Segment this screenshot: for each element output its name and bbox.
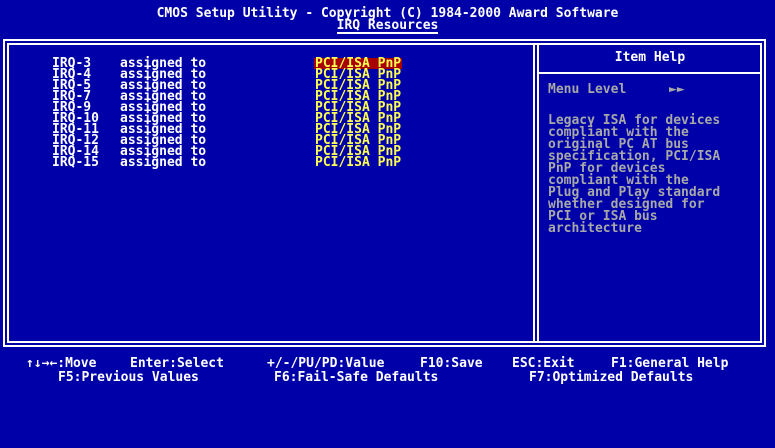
previous-values-key-hint: F5:Previous Values: [58, 370, 199, 385]
optimized-defaults-key-hint: F7:Optimized Defaults: [529, 370, 694, 385]
help-separator: [539, 72, 761, 74]
general-help-key-hint: F1:General Help: [611, 356, 729, 371]
help-line: architecture: [548, 221, 642, 236]
value-key-hint: +/-/PU/PD:Value: [267, 356, 385, 371]
menu-level-arrows-icon: ►►: [669, 82, 685, 97]
irq-row[interactable]: IRQ-15 assigned to PCI/ISA PnP: [52, 155, 532, 170]
irq-settings-list: IRQ-3 assigned to PCI/ISA PnP IRQ-4 assigned…: [52, 57, 532, 170]
irq-value-selector[interactable]: PCI/ISA PnP: [314, 156, 402, 169]
irq-assigned-label: assigned to: [120, 155, 207, 170]
page-title: IRQ Resources: [336, 18, 439, 34]
save-key-hint: F10:Save: [420, 356, 483, 371]
key-legend: ↑↓→←:Move Enter:Select +/-/PU/PD:Value F…: [0, 350, 775, 389]
exit-key-hint: ESC:Exit: [512, 356, 575, 371]
failsafe-defaults-key-hint: F6:Fail-Safe Defaults: [274, 370, 439, 385]
irq-label: IRQ-15: [52, 155, 99, 170]
help-description: Legacy ISA for devices compliant with the…: [548, 114, 763, 236]
item-help-title: Item Help: [614, 50, 686, 65]
select-key-hint: Enter:Select: [130, 356, 224, 371]
move-key-hint: ↑↓→←:Move: [26, 356, 97, 371]
panel-divider: [533, 43, 535, 343]
menu-level-label: Menu Level: [548, 82, 627, 97]
title-bar: CMOS Setup Utility - Copyright (C) 1984-…: [0, 0, 775, 36]
